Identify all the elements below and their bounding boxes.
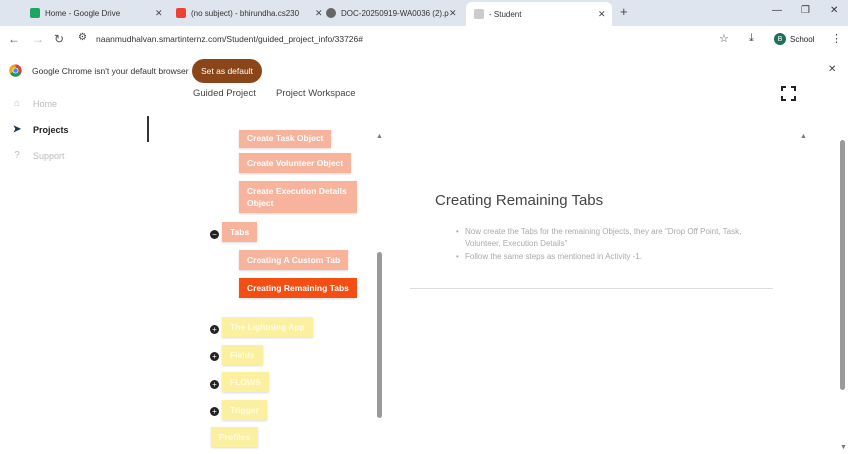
tree-section-fields[interactable]: Fields [222,345,263,365]
tree-item-creating-remaining-tabs[interactable]: Creating Remaining Tabs [239,278,357,298]
tab-title: (no subject) - bhirundha.cs230 [191,8,300,18]
fullscreen-icon[interactable] [781,86,796,101]
bullet-icon: • [456,227,459,236]
tree-section-trigger[interactable]: Trigger [222,400,267,420]
bullet-icon: • [456,252,459,261]
bullet-text: Follow the same steps as mentioned in Ac… [465,252,642,261]
scroll-up-icon[interactable]: ▲ [800,133,807,140]
tree-section-lightning-app[interactable]: The Lightning App [222,317,313,337]
google-drive-icon [30,8,40,18]
browser-tab-document[interactable]: DOC-20250919-WA0036 (2).p ✕ [326,4,462,22]
page-title: Creating Remaining Tabs [435,192,604,209]
close-tab-icon[interactable]: ✕ [449,8,457,19]
tree-section-flows[interactable]: FLOWS [222,372,269,392]
tab-project-workspace[interactable]: Project Workspace [276,88,356,99]
expand-icon[interactable]: + [210,380,219,389]
divider [410,288,773,289]
sidebar-item-label: Projects [33,124,69,135]
address-bar[interactable]: naanmudhalvan.smartinternz.com/Student/g… [96,34,363,44]
tab-guided-project[interactable]: Guided Project [193,88,256,99]
expand-icon[interactable]: + [210,325,219,334]
profile-button[interactable]: B School [772,31,820,47]
gmail-icon [176,8,186,18]
sidebar-item-label: Home [33,98,58,109]
site-settings-icon[interactable]: ⚙ [78,32,87,43]
close-window-icon[interactable]: ✕ [830,5,838,16]
close-infobar-icon[interactable]: ✕ [828,64,836,75]
reload-icon[interactable]: ↻ [54,32,64,46]
tree-section-tabs[interactable]: Tabs [222,222,258,242]
content-scrollbar[interactable] [840,140,845,390]
infobar-message: Google Chrome isn't your default browser [32,66,189,76]
chrome-logo-icon [9,64,22,77]
avatar: B [774,33,786,45]
tree-item-create-volunteer-object[interactable]: Create Volunteer Object [239,153,352,173]
browser-tab-gmail[interactable]: (no subject) - bhirundha.cs230 ✕ [176,4,323,22]
list-item: • Now create the Tabs for the remaining … [456,226,747,250]
menu-kebab-icon[interactable]: ⋮ [831,32,842,45]
bullet-text: Now create the Tabs for the remaining Ob… [465,227,742,248]
close-tab-icon[interactable]: ✕ [315,8,323,19]
sidebar-item-label: Support [33,150,65,161]
collapse-icon[interactable]: − [210,230,219,239]
loading-icon [474,9,484,19]
list-item: • Follow the same steps as mentioned in … [456,251,747,263]
sidebar-item-support[interactable]: ? Support [10,150,65,161]
expand-icon[interactable]: + [210,407,219,416]
scroll-up-icon[interactable]: ▲ [376,133,383,140]
tree-section-profiles[interactable]: Profiles [211,427,259,447]
browser-tab-student[interactable]: - Student ✕ [466,2,612,26]
close-tab-icon[interactable]: ✕ [155,8,163,19]
minimize-icon[interactable]: — [772,5,782,16]
sidebar-item-projects[interactable]: ➤ Projects [10,124,69,135]
close-tab-icon[interactable]: ✕ [598,9,606,20]
globe-icon [326,8,336,18]
tree-item-create-execution-details-object[interactable]: Create Execution Details Object [239,181,357,213]
bookmark-star-icon[interactable]: ☆ [719,32,729,45]
scroll-down-icon[interactable]: ▼ [840,444,847,451]
download-icon[interactable]: ⤓ [749,32,754,45]
sidebar-item-home[interactable]: ⌂ Home [10,98,57,109]
forward-icon[interactable]: → [32,32,44,46]
set-as-default-button[interactable]: Set as default [192,59,262,83]
tree-item-creating-a-custom-tab[interactable]: Creating A Custom Tab [239,250,349,270]
tab-title: Home - Google Drive [45,8,121,18]
back-icon[interactable]: ← [8,32,20,46]
tab-title: DOC-20250919-WA0036 (2).p [341,8,449,18]
home-icon: ⌂ [13,98,21,109]
browser-tab-google-drive[interactable]: Home - Google Drive ✕ [30,4,166,22]
expand-icon[interactable]: + [210,352,219,361]
tab-title: - Student [489,9,522,19]
restore-icon[interactable]: ❐ [801,5,810,16]
new-tab-button[interactable]: + [620,4,628,19]
profile-label: School [790,34,815,44]
tree-item-create-task-object[interactable]: Create Task Object [239,130,332,148]
paper-plane-icon: ➤ [12,124,22,135]
question-icon: ? [14,150,20,161]
tree-scrollbar[interactable] [377,252,382,418]
active-indicator [147,116,149,142]
